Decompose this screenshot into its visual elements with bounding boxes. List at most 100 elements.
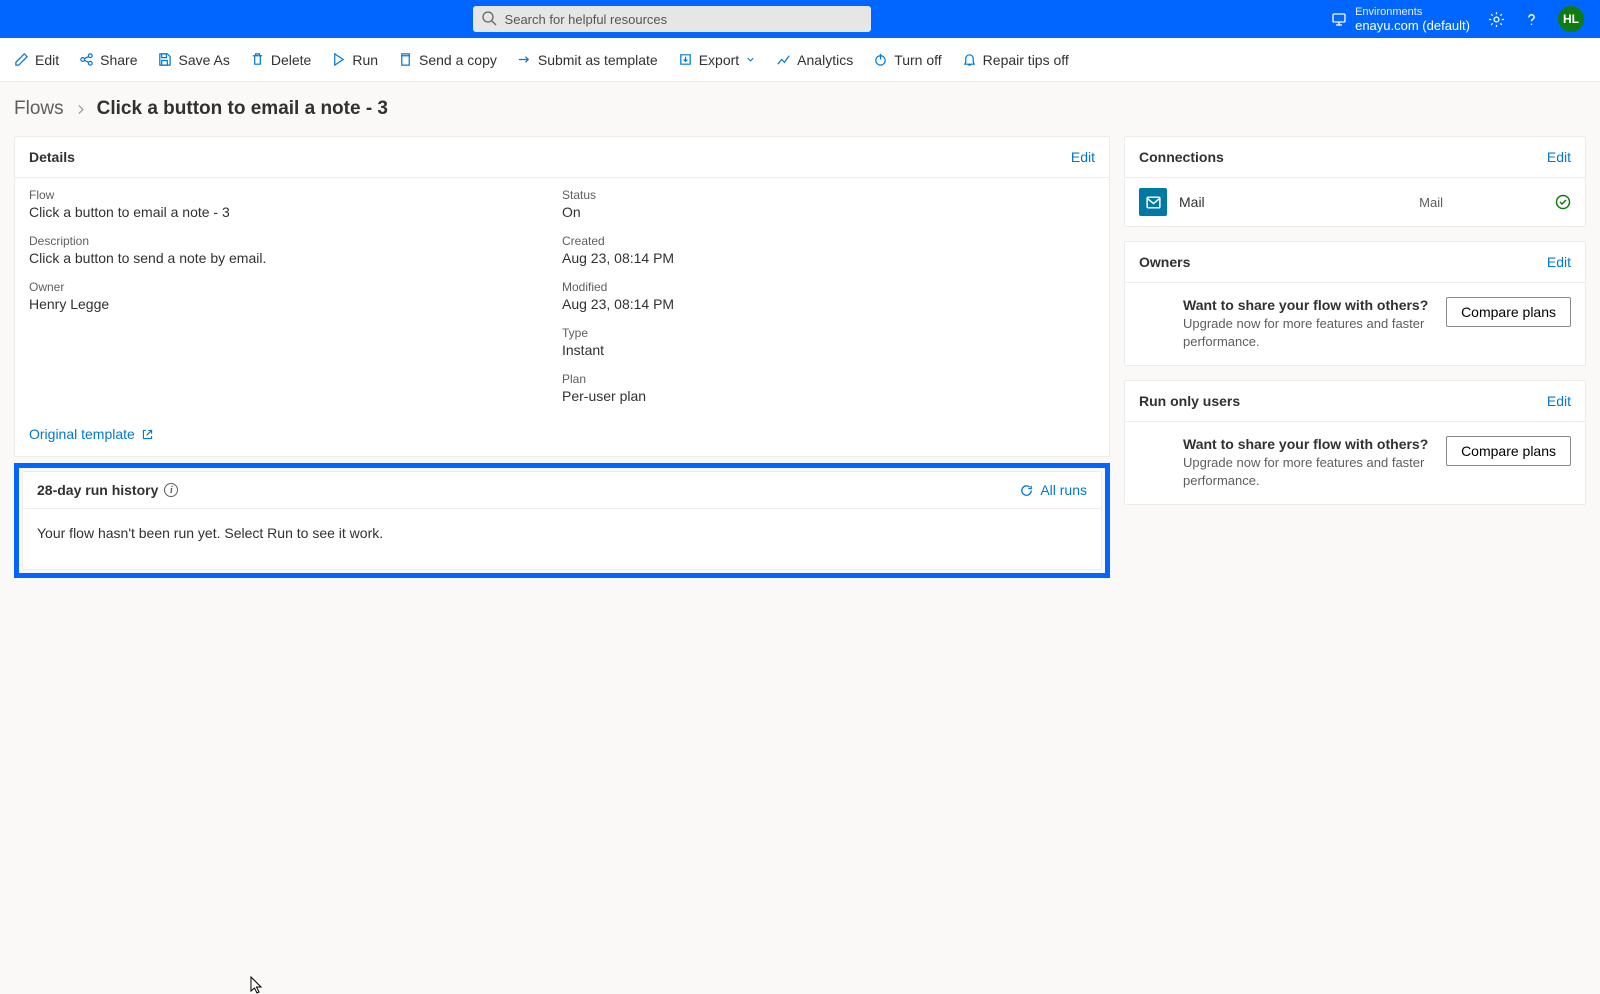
description-label: Description	[29, 234, 562, 248]
save-as-label: Save As	[178, 52, 229, 68]
original-template-link[interactable]: Original template	[15, 418, 1109, 456]
share-button[interactable]: Share	[79, 52, 137, 68]
send-copy-button[interactable]: Send a copy	[398, 52, 497, 68]
search-wrap	[473, 6, 871, 32]
run-history-title: 28-day run history	[37, 482, 158, 498]
environment-picker[interactable]: Environments enayu.com (default)	[1331, 5, 1470, 33]
send-copy-label: Send a copy	[419, 52, 497, 68]
run-only-edit-link[interactable]: Edit	[1547, 393, 1571, 409]
bell-icon	[962, 52, 977, 67]
details-title: Details	[29, 149, 75, 165]
export-label: Export	[699, 52, 739, 68]
compare-plans-button-2[interactable]: Compare plans	[1446, 436, 1571, 466]
all-runs-link[interactable]: All runs	[1019, 482, 1087, 498]
turn-off-button[interactable]: Turn off	[873, 52, 941, 68]
edit-label: Edit	[35, 52, 59, 68]
owners-promo-title: Want to share your flow with others?	[1183, 297, 1432, 313]
original-template-label: Original template	[29, 426, 135, 442]
run-button[interactable]: Run	[331, 52, 378, 68]
environment-name: enayu.com (default)	[1355, 19, 1470, 33]
search-input[interactable]	[473, 6, 871, 32]
connections-edit-link[interactable]: Edit	[1547, 149, 1571, 165]
external-link-icon	[141, 428, 154, 441]
export-button[interactable]: Export	[678, 52, 756, 68]
plan-label: Plan	[562, 372, 1095, 386]
run-only-title: Run only users	[1139, 393, 1240, 409]
share-label: Share	[100, 52, 137, 68]
breadcrumb-root[interactable]: Flows	[14, 98, 64, 120]
breadcrumb: Flows Click a button to email a note - 3	[0, 82, 1600, 124]
turn-off-label: Turn off	[894, 52, 941, 68]
status-label: Status	[562, 188, 1095, 202]
compare-plans-button[interactable]: Compare plans	[1446, 297, 1571, 327]
info-icon[interactable]: i	[164, 483, 178, 497]
details-edit-link[interactable]: Edit	[1071, 149, 1095, 165]
created-label: Created	[562, 234, 1095, 248]
connections-title: Connections	[1139, 149, 1224, 165]
flow-label: Flow	[29, 188, 562, 202]
run-only-promo-sub: Upgrade now for more features and faster…	[1183, 454, 1432, 490]
flow-value: Click a button to email a note - 3	[29, 204, 562, 220]
modified-label: Modified	[562, 280, 1095, 294]
save-icon	[157, 52, 172, 67]
submit-icon	[517, 52, 532, 67]
play-icon	[331, 52, 346, 67]
run-only-users-card: Run only users Edit Want to share your f…	[1124, 380, 1586, 505]
repair-tips-label: Repair tips off	[983, 52, 1069, 68]
run-only-promo-title: Want to share your flow with others?	[1183, 436, 1432, 452]
check-circle-icon	[1555, 194, 1571, 210]
run-history-highlight: 28-day run history i All runs Your flow …	[14, 463, 1110, 578]
save-as-button[interactable]: Save As	[157, 52, 229, 68]
details-card: Details Edit Flow Click a button to email…	[14, 136, 1110, 457]
user-avatar[interactable]: HL	[1558, 6, 1584, 32]
owners-title: Owners	[1139, 254, 1190, 270]
submit-template-button[interactable]: Submit as template	[517, 52, 658, 68]
modified-value: Aug 23, 08:14 PM	[562, 296, 1095, 312]
chart-icon	[776, 52, 791, 67]
trash-icon	[250, 52, 265, 67]
delete-label: Delete	[271, 52, 311, 68]
share-icon	[79, 52, 94, 67]
repair-tips-button[interactable]: Repair tips off	[962, 52, 1069, 68]
export-icon	[678, 52, 693, 67]
plan-value: Per-user plan	[562, 388, 1095, 404]
connection-type: Mail	[1419, 195, 1443, 210]
cursor-icon	[250, 976, 264, 994]
submit-template-label: Submit as template	[538, 52, 658, 68]
owners-promo-sub: Upgrade now for more features and faster…	[1183, 315, 1432, 351]
connection-name: Mail	[1179, 194, 1205, 210]
created-value: Aug 23, 08:14 PM	[562, 250, 1095, 266]
mail-icon	[1139, 188, 1167, 216]
help-icon[interactable]	[1523, 11, 1540, 28]
chevron-right-icon	[74, 103, 87, 116]
connection-item[interactable]: Mail Mail	[1125, 178, 1585, 226]
app-header: Environments enayu.com (default) HL	[0, 0, 1600, 38]
owner-value: Henry Legge	[29, 296, 562, 312]
status-value: On	[562, 204, 1095, 220]
chevron-down-icon	[745, 54, 756, 65]
page-title: Click a button to email a note - 3	[97, 98, 388, 120]
connections-card: Connections Edit Mail Mail	[1124, 136, 1586, 227]
owners-card: Owners Edit Want to share your flow with…	[1124, 241, 1586, 366]
environment-icon	[1331, 11, 1347, 27]
type-label: Type	[562, 326, 1095, 340]
run-history-card: 28-day run history i All runs Your flow …	[22, 471, 1102, 570]
environment-label: Environments	[1355, 5, 1470, 19]
run-label: Run	[352, 52, 378, 68]
run-history-empty: Your flow hasn't been run yet. Select Ru…	[23, 509, 1101, 569]
search-icon	[481, 10, 497, 26]
delete-button[interactable]: Delete	[250, 52, 311, 68]
analytics-label: Analytics	[797, 52, 853, 68]
header-right: Environments enayu.com (default) HL	[1331, 5, 1584, 33]
analytics-button[interactable]: Analytics	[776, 52, 853, 68]
owner-label: Owner	[29, 280, 562, 294]
copy-icon	[398, 52, 413, 67]
content-area: Details Edit Flow Click a button to email…	[0, 124, 1600, 590]
owners-edit-link[interactable]: Edit	[1547, 254, 1571, 270]
power-icon	[873, 52, 888, 67]
command-bar: Edit Share Save As Delete Run Send a cop…	[0, 38, 1600, 82]
type-value: Instant	[562, 342, 1095, 358]
edit-button[interactable]: Edit	[14, 52, 59, 68]
settings-icon[interactable]	[1488, 11, 1505, 28]
all-runs-label: All runs	[1040, 482, 1087, 498]
